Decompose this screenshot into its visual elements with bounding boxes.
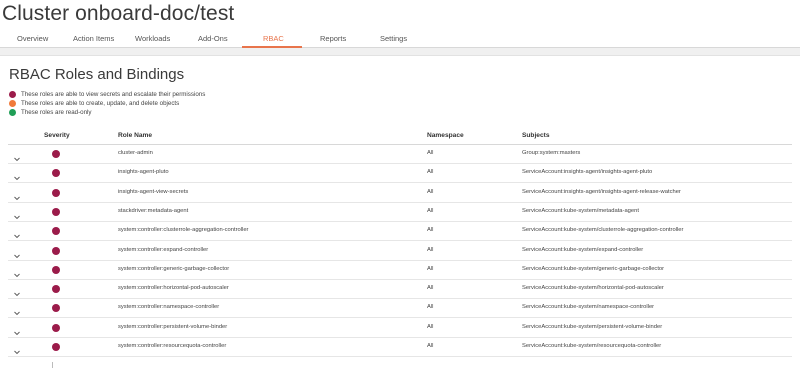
namespace-cell: All [427,227,434,234]
table-row[interactable]: stackdriver:metadata-agent All ServiceAcco… [8,203,792,222]
namespace-cell: All [427,343,434,349]
chevron-down-icon[interactable] [13,304,21,316]
severity-medium-dot-icon [9,100,16,107]
chevron-down-icon[interactable] [13,247,21,258]
subjects-cell: ServiceAccount:kube-system/horizontal-po… [522,285,664,292]
role-name-cell: system:controller:generic-garbage-collec… [118,265,230,272]
subjects-cell: ServiceAccount:kube-system/namespace-con… [522,304,655,311]
table-row[interactable]: system:controller:horizontal-pod-autosca… [8,280,792,300]
role-name-cell: cluster-admin [118,150,153,156]
severity-dot-icon [52,285,60,294]
subjects-cell: ServiceAccount:kube-system/metadata-agen… [522,207,639,214]
table-row[interactable]: system:controller:resourcequota-controll… [8,338,792,357]
severity-high-dot-icon [9,91,16,98]
table-row[interactable]: insights-agent-pluto All ServiceAccount:in… [8,164,792,184]
role-name-cell: system:controller:horizontal-pod-autosca… [118,285,229,292]
chevron-down-icon[interactable] [13,189,21,200]
table-row[interactable]: insights-agent-view-secrets All ServiceAcc… [8,184,792,203]
severity-dot-icon [52,343,60,351]
table-row[interactable]: system:controller:expand-controller All Se… [8,242,792,261]
column-header-namespace[interactable]: Namespace [427,132,464,139]
role-name-cell: insights-agent-view-secrets [118,188,189,195]
severity-dot-icon [52,323,60,332]
tab-settings[interactable]: Settings [380,34,407,43]
namespace-cell: All [427,285,434,292]
chevron-down-icon[interactable] [13,266,21,277]
column-header-severity[interactable]: Severity [44,132,70,139]
chevron-down-icon[interactable] [13,227,21,239]
tab-workloads[interactable]: Workloads [135,34,170,43]
role-name-cell: system:controller:namespace-controller [118,304,220,311]
namespace-cell: All [427,323,434,330]
severity-dot-icon [52,207,60,216]
severity-dot-icon [52,227,60,236]
table-row[interactable]: system:controller:persistent-volume-bind… [8,319,792,338]
column-header-role-name[interactable]: Role Name [118,132,152,139]
table-row[interactable]: cluster-admin All Group:system:masters [8,145,792,164]
role-name-cell: system:controller:resourcequota-controll… [118,343,227,349]
severity-dot-icon [52,169,60,178]
table-row[interactable]: system:controller:namespace-controller Al… [8,299,792,319]
tab-rbac[interactable]: RBAC [263,34,284,43]
chevron-down-icon[interactable] [13,285,21,297]
subjects-cell: ServiceAccount:insights-agent/insights-a… [522,188,681,195]
scroll-indicator [52,362,53,368]
severity-low-dot-icon [9,109,16,116]
chevron-down-icon[interactable] [13,208,21,220]
namespace-cell: All [427,169,434,176]
tab-overview[interactable]: Overview [17,34,48,43]
namespace-cell: All [427,304,434,311]
namespace-cell: All [427,265,434,272]
role-name-cell: system:controller:persistent-volume-bind… [118,323,228,330]
role-name-cell: system:controller:clusterrole-aggregatio… [118,227,249,234]
subjects-cell: ServiceAccount:kube-system/persistent-vo… [522,323,663,330]
table-row[interactable]: system:controller:clusterrole-aggregatio… [8,222,792,242]
namespace-cell: All [427,150,434,156]
page-header: Cluster onboard-doc/test Overview Action… [0,0,800,48]
chevron-down-icon[interactable] [13,324,21,335]
tab-add-ons[interactable]: Add-Ons [198,34,228,43]
namespace-cell: All [427,207,434,214]
role-name-cell: system:controller:expand-controller [118,246,209,253]
rbac-card: RBAC Roles and Bindings These roles are … [0,55,800,368]
severity-dot-icon [52,246,60,255]
subjects-cell: ServiceAccount:kube-system/expand-contro… [522,246,644,253]
severity-dot-icon [52,188,60,197]
legend-text: These roles are able to create, update, … [21,100,180,107]
tab-action-items[interactable]: Action Items [73,34,114,43]
subjects-cell: ServiceAccount:insights-agent/insights-a… [522,169,653,176]
card-title: RBAC Roles and Bindings [9,66,185,83]
active-tab-indicator [242,46,302,48]
role-name-cell: insights-agent-pluto [118,169,169,176]
severity-dot-icon [52,150,60,158]
subjects-cell: ServiceAccount:kube-system/generic-garba… [522,265,665,272]
table-row[interactable]: system:controller:generic-garbage-collec… [8,261,792,280]
namespace-cell: All [427,188,434,195]
severity-dot-icon [52,304,60,313]
subjects-cell: Group:system:masters [522,150,581,156]
subjects-cell: ServiceAccount:kube-system/resourcequota… [522,343,662,349]
chevron-down-icon[interactable] [13,343,21,355]
subjects-cell: ServiceAccount:kube-system/clusterrole-a… [522,227,684,234]
legend-text: These roles are read-only [21,109,92,116]
column-header-subjects[interactable]: Subjects [522,132,549,139]
legend-text: These roles are able to view secrets and… [21,91,206,98]
chevron-down-icon[interactable] [13,150,21,162]
tab-bar: Overview Action Items Workloads Add-Ons … [0,30,800,48]
page-title: Cluster onboard-doc/test [2,2,235,25]
severity-dot-icon [52,265,60,274]
namespace-cell: All [427,246,434,253]
role-name-cell: stackdriver:metadata-agent [118,207,189,214]
tab-reports[interactable]: Reports [320,34,346,43]
chevron-down-icon[interactable] [13,169,21,181]
